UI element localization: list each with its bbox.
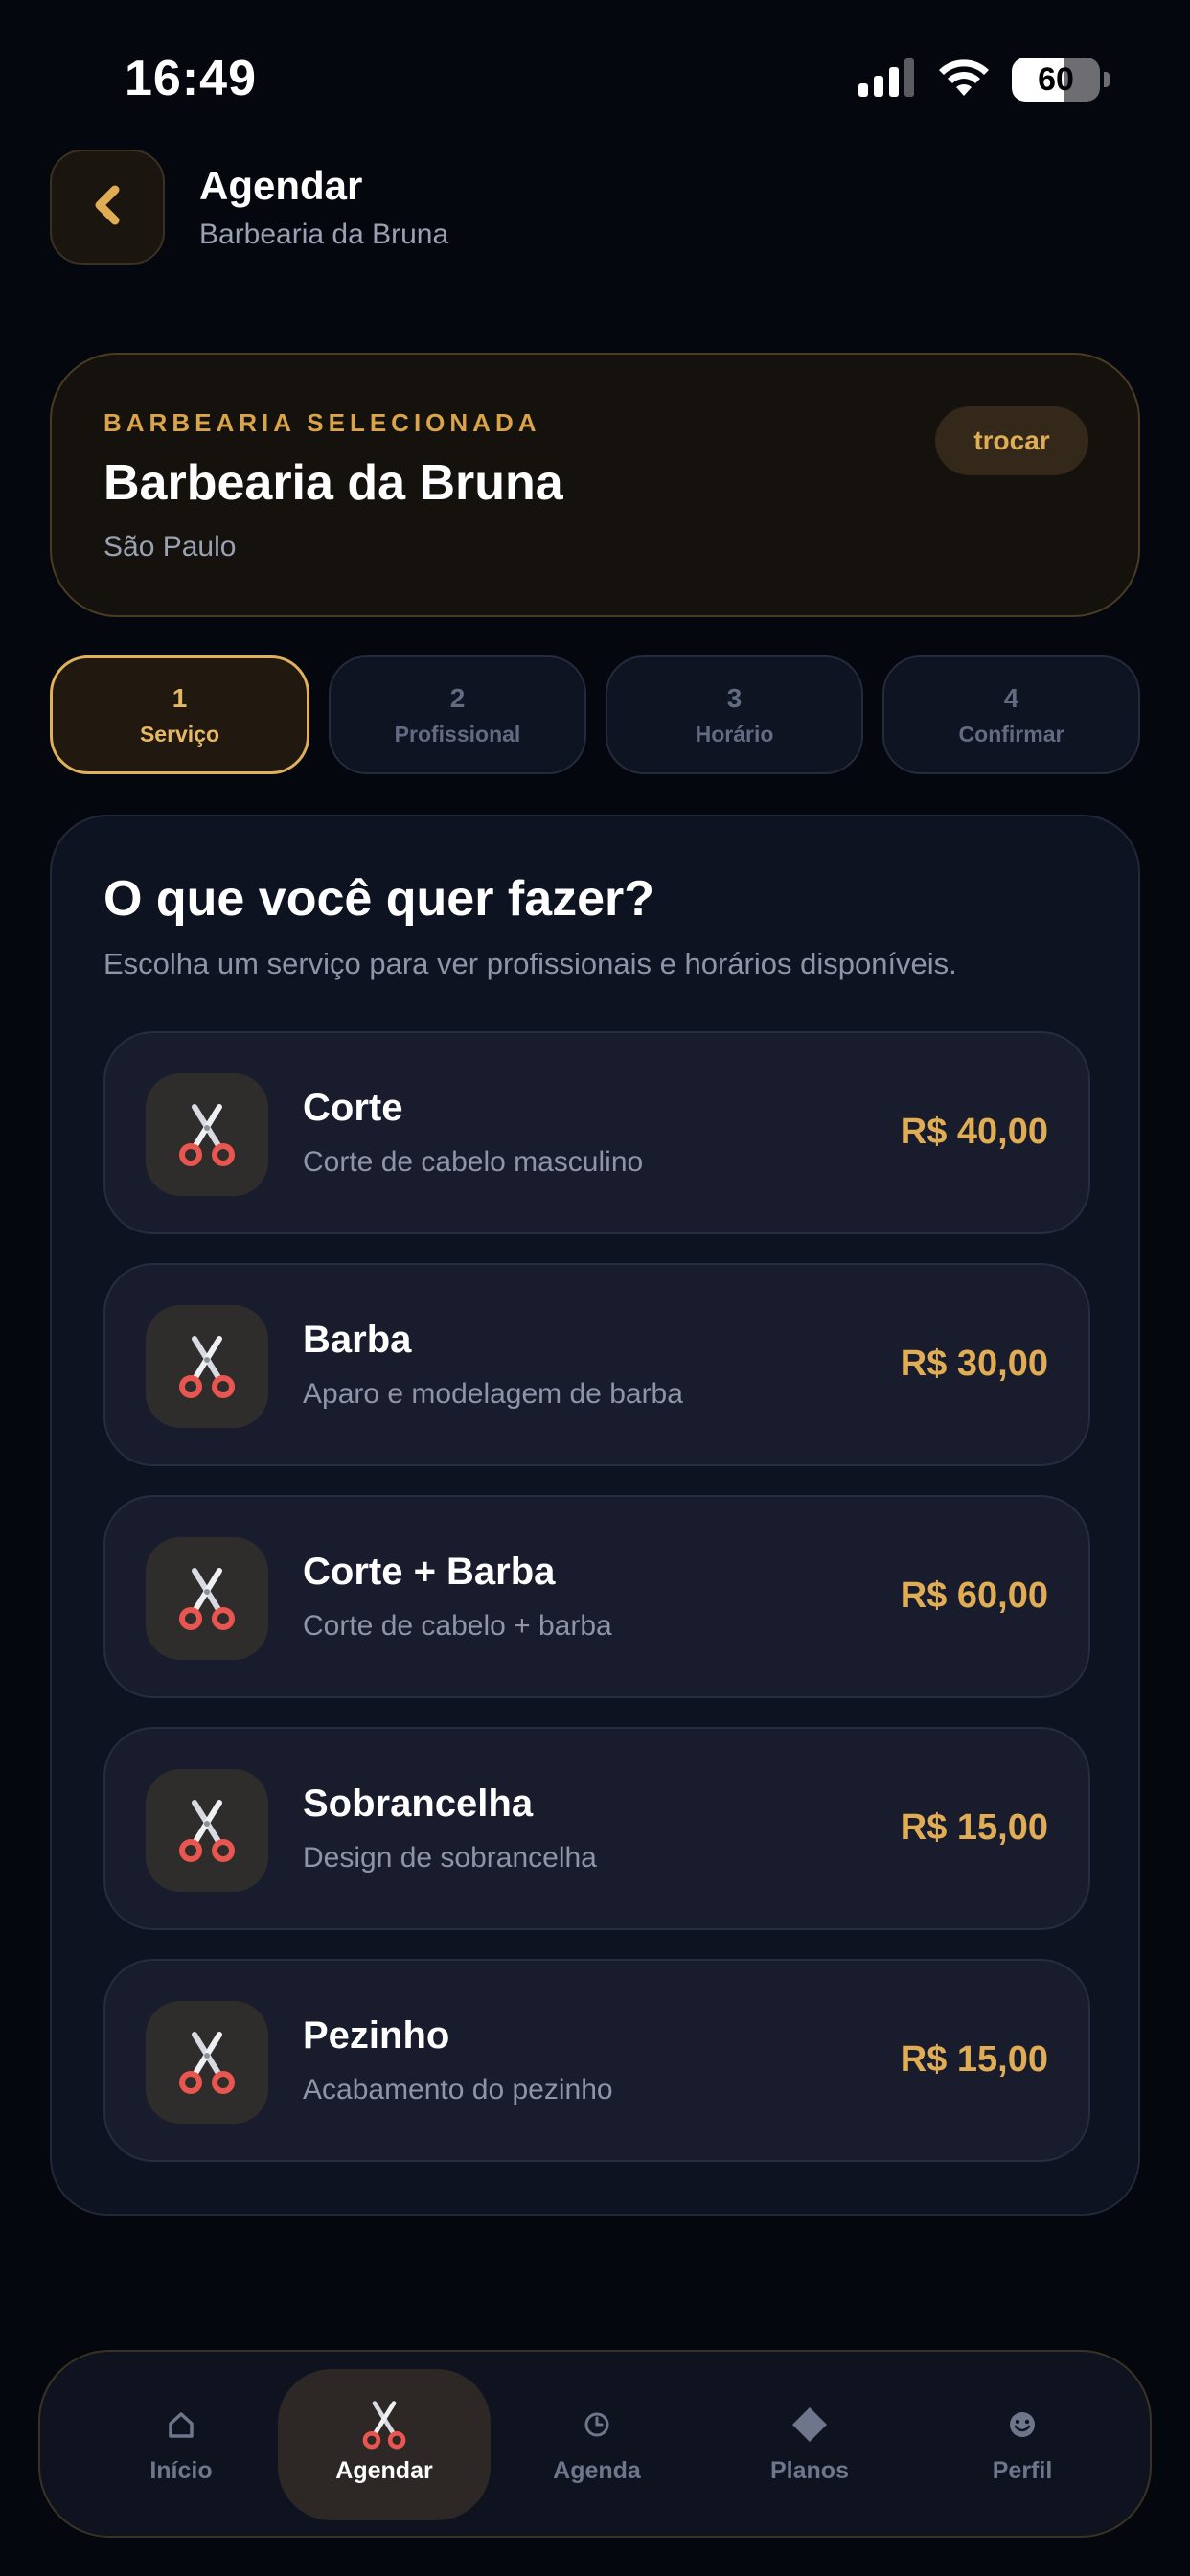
- step-number: 1: [172, 682, 188, 713]
- nav-label: Perfil: [992, 2456, 1053, 2484]
- service-description: Corte de cabelo + barba: [303, 1610, 612, 1642]
- nav-item-agenda[interactable]: Agenda: [491, 2369, 703, 2520]
- step-confirm[interactable]: 4 Confirmar: [882, 656, 1140, 774]
- service-list: Corte Corte de cabelo masculino R$ 40,00…: [103, 1031, 1090, 2191]
- nav-label: Início: [149, 2456, 213, 2484]
- scissors-icon: [146, 1537, 268, 1660]
- page-title: Agendar: [199, 163, 363, 208]
- step-service[interactable]: 1 Serviço: [50, 656, 309, 774]
- nav-item-agendar[interactable]: Agendar: [278, 2369, 491, 2520]
- cellular-signal-icon: [858, 58, 916, 102]
- service-name: Sobrancelha: [303, 1782, 534, 1825]
- selected-shop-card: BARBEARIA SELECIONADA Barbearia da Bruna…: [50, 353, 1140, 617]
- step-label: Horário: [695, 721, 774, 747]
- step-professional[interactable]: 2 Profissional: [329, 656, 586, 774]
- nav-item-perfil[interactable]: Perfil: [916, 2369, 1129, 2520]
- chevron-left-icon: [88, 184, 126, 231]
- status-bar: 16:49 60: [0, 0, 1190, 144]
- nav-label: Planos: [770, 2456, 849, 2484]
- service-item-sobrancelha[interactable]: Sobrancelha Design de sobrancelha R$ 15,…: [103, 1727, 1090, 1930]
- service-price: R$ 15,00: [900, 2039, 1048, 2080]
- scissors-icon: [146, 1073, 268, 1196]
- service-description: Design de sobrancelha: [303, 1842, 597, 1874]
- step-label: Confirmar: [958, 721, 1064, 747]
- step-number: 3: [726, 682, 743, 713]
- screen: 16:49 60 Agendar Barbearia da Bruna BARB…: [0, 0, 1190, 2576]
- scissors-icon: [146, 1305, 268, 1428]
- step-time[interactable]: 3 Horário: [606, 656, 863, 774]
- service-item-corte[interactable]: Corte Corte de cabelo masculino R$ 40,00: [103, 1031, 1090, 1234]
- change-shop-button[interactable]: trocar: [935, 406, 1088, 475]
- battery-cap: [1104, 72, 1110, 87]
- nav-label: Agendar: [335, 2456, 433, 2484]
- service-price: R$ 15,00: [900, 1807, 1048, 1848]
- service-name: Pezinho: [303, 2014, 450, 2057]
- panel-subtitle: Escolha um serviço para ver profissionai…: [103, 947, 957, 980]
- scissors-icon: [358, 2400, 410, 2449]
- booking-steps: 1 Serviço 2 Profissional 3 Horário 4 Con…: [50, 656, 1140, 774]
- nav-label: Agenda: [553, 2456, 641, 2484]
- battery-level: 60: [1038, 60, 1074, 98]
- smiley-icon: [1008, 2405, 1037, 2444]
- service-name: Corte: [303, 1087, 403, 1129]
- service-description: Corte de cabelo masculino: [303, 1146, 644, 1178]
- status-icons: 60: [858, 58, 1110, 102]
- nav-item-inicio[interactable]: Início: [75, 2369, 287, 2520]
- panel-title: O que você quer fazer?: [103, 871, 655, 927]
- service-item-pezinho[interactable]: Pezinho Acabamento do pezinho R$ 15,00: [103, 1959, 1090, 2162]
- selected-shop-city: São Paulo: [103, 531, 237, 563]
- bottom-nav: Início Agendar Agenda Planos Perfil: [38, 2350, 1152, 2538]
- step-number: 2: [449, 682, 466, 713]
- selected-shop-eyebrow: BARBEARIA SELECIONADA: [103, 408, 541, 437]
- service-price: R$ 40,00: [900, 1112, 1048, 1152]
- service-description: Acabamento do pezinho: [303, 2074, 613, 2105]
- step-label: Serviço: [139, 721, 220, 747]
- service-price: R$ 60,00: [900, 1576, 1048, 1616]
- page-subtitle: Barbearia da Bruna: [199, 218, 449, 250]
- service-name: Corte + Barba: [303, 1551, 556, 1593]
- service-description: Aparo e modelagem de barba: [303, 1378, 683, 1410]
- service-item-barba[interactable]: Barba Aparo e modelagem de barba R$ 30,0…: [103, 1263, 1090, 1466]
- diamond-icon: [790, 2405, 829, 2444]
- battery-indicator: 60: [1012, 58, 1100, 102]
- scissors-icon: [146, 2001, 268, 2124]
- status-time: 16:49: [125, 51, 257, 106]
- back-button[interactable]: [50, 150, 165, 264]
- selected-shop-name: Barbearia da Bruna: [103, 455, 563, 511]
- scissors-icon: [146, 1769, 268, 1892]
- step-label: Profissional: [394, 721, 521, 747]
- clock-icon: [584, 2405, 610, 2444]
- nav-item-planos[interactable]: Planos: [703, 2369, 916, 2520]
- step-number: 4: [1003, 682, 1019, 713]
- service-price: R$ 30,00: [900, 1344, 1048, 1384]
- wifi-icon: [937, 58, 991, 103]
- service-name: Barba: [303, 1319, 412, 1361]
- service-item-corte-barba[interactable]: Corte + Barba Corte de cabelo + barba R$…: [103, 1495, 1090, 1698]
- service-panel: O que você quer fazer? Escolha um serviç…: [50, 815, 1140, 2216]
- home-icon: [167, 2405, 195, 2444]
